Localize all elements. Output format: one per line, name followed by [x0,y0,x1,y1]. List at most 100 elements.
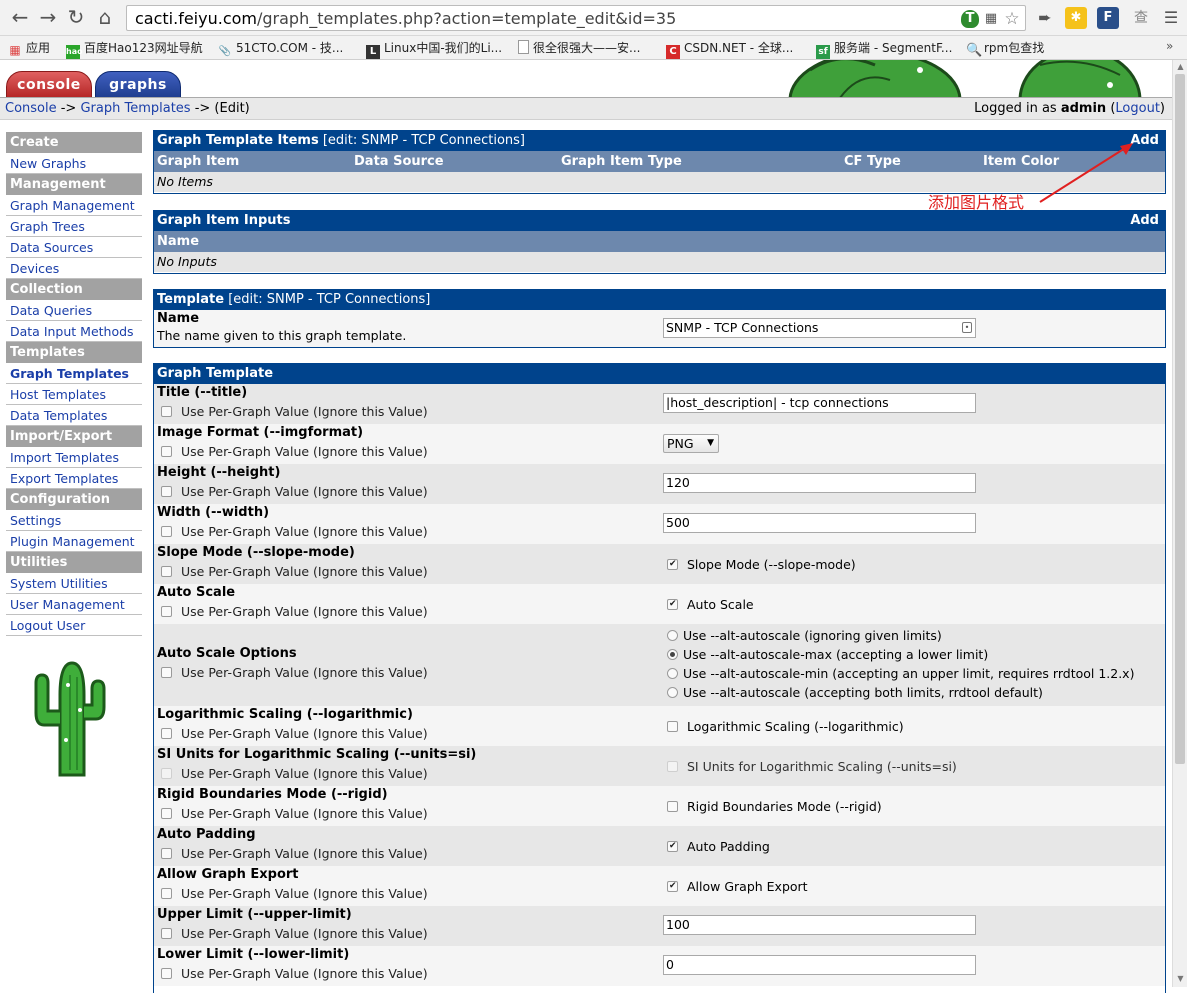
per-graph-value-option[interactable]: Use Per-Graph Value (Ignore this Value) [161,524,428,539]
per-graph-checkbox[interactable] [161,406,172,417]
autoscale-option-2[interactable]: Use --alt-autoscale-max (accepting a low… [667,647,988,662]
per-graph-value-option[interactable]: Use Per-Graph Value (Ignore this Value) [161,564,428,579]
width-width-input[interactable]: 500 [663,513,976,533]
per-graph-value-option[interactable]: Use Per-Graph Value (Ignore this Value) [161,766,428,781]
per-graph-value-option[interactable]: Use Per-Graph Value (Ignore this Value) [161,665,428,680]
shield-icon[interactable]: T [961,10,979,28]
sidebar-item-devices[interactable]: Devices [6,258,142,279]
sidebar-item-data-sources[interactable]: Data Sources [6,237,142,258]
scroll-down-icon[interactable]: ▼ [1173,972,1187,985]
per-graph-checkbox[interactable] [161,728,172,739]
title-title-input[interactable]: |host_description| - tcp connections [663,393,976,413]
bookmark-csdn[interactable]: C CSDN.NET - 全球... [666,39,793,59]
sidebar-item-graph-management[interactable]: Graph Management [6,195,142,216]
back-icon[interactable]: ← [8,5,32,29]
per-graph-value-option[interactable]: Use Per-Graph Value (Ignore this Value) [161,846,428,861]
scroll-up-icon[interactable]: ▲ [1173,60,1187,73]
logout-link[interactable]: Logout [1115,101,1160,116]
per-graph-checkbox[interactable] [161,848,172,859]
sidebar-item-user-management[interactable]: User Management [6,594,142,615]
per-graph-checkbox[interactable] [161,667,172,678]
bookmark-segmentfault[interactable]: sf 服务端 - SegmentF... [816,39,952,59]
sidebar-item-host-templates[interactable]: Host Templates [6,384,142,405]
upper-limit-upper-limit-input[interactable]: 100 [663,915,976,935]
f-extension-icon[interactable]: F [1097,7,1119,29]
logarithmic-scaling-logarithmic-checkbox[interactable] [667,721,678,732]
sidebar-item-logout-user[interactable]: Logout User [6,615,142,636]
per-graph-checkbox[interactable] [161,606,172,617]
star-icon[interactable]: ☆ [1003,10,1021,28]
reload-icon[interactable]: ↻ [64,5,88,29]
rigid-boundaries-mode-rigid-checkbox-option[interactable]: Rigid Boundaries Mode (--rigid) [667,799,882,814]
add-input-link[interactable]: Add [1130,211,1159,231]
breadcrumb-graph-templates[interactable]: Graph Templates [80,101,190,116]
per-graph-checkbox[interactable] [161,928,172,939]
sidebar-item-new-graphs[interactable]: New Graphs [6,153,142,174]
auto-scale-checkbox-option[interactable]: Auto Scale [667,597,754,612]
sidebar-item-system-utilities[interactable]: System Utilities [6,573,142,594]
bookmark-linux-cn[interactable]: L Linux中国-我们的Li... [366,39,502,59]
bookmark-rpm[interactable]: 🔍 rpm包查找 [966,39,1044,58]
per-graph-value-option[interactable]: Use Per-Graph Value (Ignore this Value) [161,886,428,901]
autoscale-option-1[interactable]: Use --alt-autoscale (ignoring given limi… [667,628,942,643]
radio-button[interactable] [667,630,678,641]
per-graph-value-option[interactable]: Use Per-Graph Value (Ignore this Value) [161,604,428,619]
address-bar[interactable]: cacti.feiyu.com/graph_templates.php?acti… [126,5,1026,31]
image-format-select[interactable]: PNG ▼ [663,434,719,453]
menu-icon[interactable]: ☰ [1160,7,1182,29]
sidebar-item-plugin-management[interactable]: Plugin Management [6,531,142,552]
auto-padding-checkbox-option[interactable]: Auto Padding [667,839,770,854]
sidebar-item-settings[interactable]: Settings [6,510,142,531]
home-icon[interactable]: ⌂ [93,5,117,29]
autoscale-option-3[interactable]: Use --alt-autoscale-min (accepting an up… [667,666,1134,681]
height-height-input[interactable]: 120 [663,473,976,493]
tab-console[interactable]: console [6,71,92,98]
breadcrumb-console[interactable]: Console [5,101,57,116]
page-scrollbar[interactable]: ▲ ▼ [1172,60,1187,987]
per-graph-value-option[interactable]: Use Per-Graph Value (Ignore this Value) [161,926,428,941]
forward-icon[interactable]: → [36,5,60,29]
per-graph-checkbox[interactable] [161,808,172,819]
per-graph-value-option[interactable]: Use Per-Graph Value (Ignore this Value) [161,726,428,741]
per-graph-checkbox[interactable] [161,446,172,457]
per-graph-checkbox[interactable] [161,566,172,577]
sidebar-item-graph-trees[interactable]: Graph Trees [6,216,142,237]
bookmarks-more[interactable]: » [1166,39,1173,53]
per-graph-checkbox[interactable] [161,486,172,497]
per-graph-checkbox[interactable] [161,526,172,537]
sidebar-item-data-input-methods[interactable]: Data Input Methods [6,321,142,342]
per-graph-value-option[interactable]: Use Per-Graph Value (Ignore this Value) [161,806,428,821]
dict-extension-icon[interactable]: 查 [1130,7,1152,29]
bookmark-apps[interactable]: ▦ 应用 [8,39,50,57]
slope-mode-slope-mode-checkbox[interactable] [667,559,678,570]
sidebar-item-graph-templates[interactable]: Graph Templates [6,363,142,384]
per-graph-checkbox[interactable] [161,768,172,779]
per-graph-value-option[interactable]: Use Per-Graph Value (Ignore this Value) [161,404,428,419]
radio-button[interactable] [667,668,678,679]
extension-icon[interactable]: ➨ [1034,7,1056,29]
sidebar-item-data-queries[interactable]: Data Queries [6,300,142,321]
bookmark-ext-icon[interactable]: ✱ [1065,7,1087,29]
logarithmic-scaling-logarithmic-checkbox-option[interactable]: Logarithmic Scaling (--logarithmic) [667,719,904,734]
sidebar-item-data-templates[interactable]: Data Templates [6,405,142,426]
per-graph-checkbox[interactable] [161,888,172,899]
per-graph-value-option[interactable]: Use Per-Graph Value (Ignore this Value) [161,444,428,459]
per-graph-value-option[interactable]: Use Per-Graph Value (Ignore this Value) [161,484,428,499]
radio-button[interactable] [667,687,678,698]
scrollbar-thumb[interactable] [1175,74,1185,764]
bookmark-page[interactable]: 很全很强大——安... [518,39,640,56]
sidebar-item-import-templates[interactable]: Import Templates [6,447,142,468]
radio-button[interactable] [667,649,678,660]
per-graph-value-option[interactable]: Use Per-Graph Value (Ignore this Value) [161,966,428,981]
per-graph-checkbox[interactable] [161,968,172,979]
autoscale-option-4[interactable]: Use --alt-autoscale (accepting both limi… [667,685,1043,700]
allow-graph-export-checkbox[interactable] [667,881,678,892]
auto-padding-checkbox[interactable] [667,841,678,852]
template-name-input[interactable]: SNMP - TCP Connections • [663,318,976,338]
sidebar-item-export-templates[interactable]: Export Templates [6,468,142,489]
allow-graph-export-checkbox-option[interactable]: Allow Graph Export [667,879,808,894]
bookmark-51cto[interactable]: 📎 51CTO.COM - 技... [218,39,344,59]
tab-graphs[interactable]: graphs [95,71,181,98]
lower-limit-lower-limit-input[interactable]: 0 [663,955,976,975]
translate-icon[interactable]: ▦ [982,10,1000,28]
